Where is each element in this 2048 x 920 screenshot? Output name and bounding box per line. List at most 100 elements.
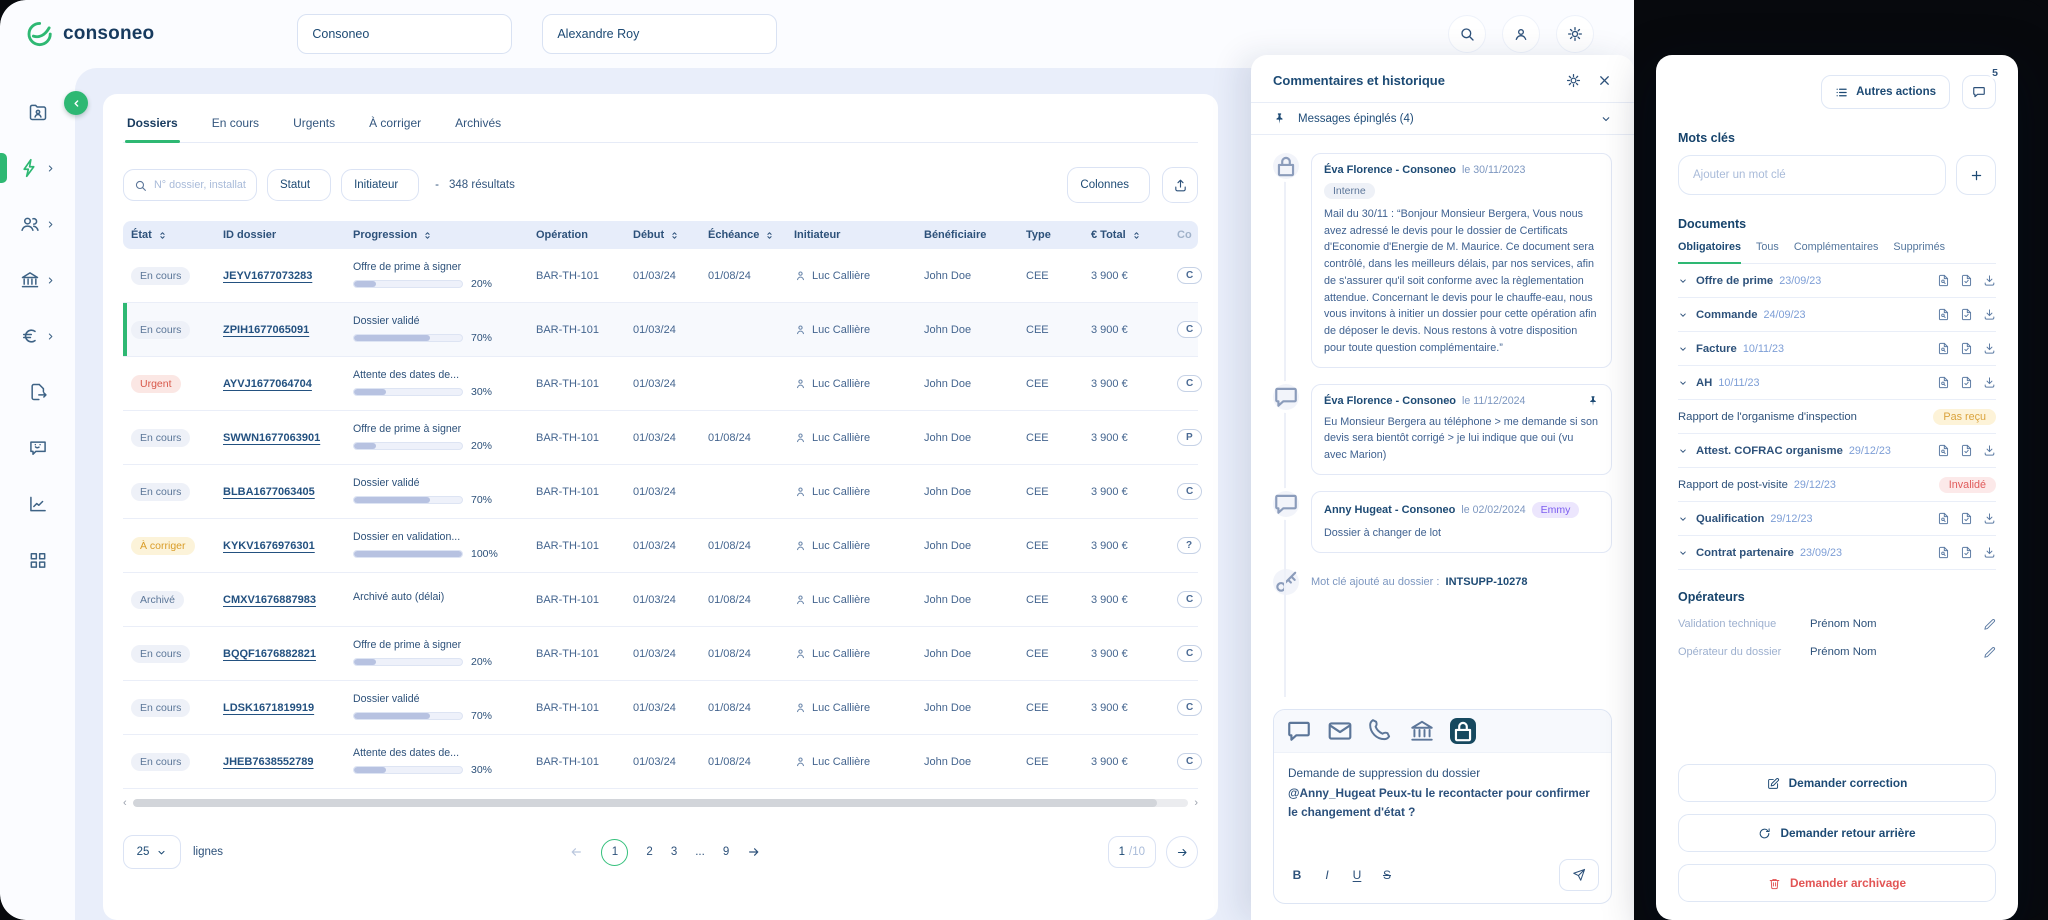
scroll-left-icon[interactable]: ‹ bbox=[123, 797, 127, 809]
next-page-button[interactable] bbox=[747, 845, 761, 859]
user-dropdown[interactable]: Alexandre Roy bbox=[542, 14, 778, 54]
page-size-dropdown[interactable]: 25 bbox=[123, 835, 181, 869]
sidebar-item-grid[interactable] bbox=[0, 532, 75, 588]
table-row[interactable]: À corriger KYKV1676976301 Dossier en val… bbox=[123, 519, 1202, 573]
statut-filter-dropdown[interactable]: Statut bbox=[267, 169, 332, 201]
sidebar-collapse-button[interactable] bbox=[64, 91, 88, 115]
col-header[interactable]: Co bbox=[1169, 229, 1225, 241]
dossier-search[interactable] bbox=[123, 169, 257, 201]
validate-document-icon[interactable] bbox=[1960, 274, 1973, 287]
doc-tab-tous[interactable]: Tous bbox=[1756, 241, 1779, 264]
sidebar-item-file-export[interactable] bbox=[0, 364, 75, 420]
sidebar-item-users[interactable] bbox=[0, 196, 75, 252]
comment-badge[interactable]: C bbox=[1177, 375, 1203, 392]
tab-archiv-s[interactable]: Archivés bbox=[453, 110, 503, 142]
sidebar-item-folder-user[interactable] bbox=[0, 84, 75, 140]
channel-lock-button[interactable] bbox=[1450, 718, 1476, 744]
col-header[interactable]: € Total bbox=[1083, 229, 1169, 241]
scrollbar-thumb[interactable] bbox=[132, 799, 1157, 807]
download-icon[interactable] bbox=[1983, 376, 1996, 389]
table-row[interactable]: En cours ZPIH1677065091 Dossier validé 7… bbox=[123, 303, 1203, 357]
download-icon[interactable] bbox=[1983, 308, 1996, 321]
dossier-id-link[interactable]: LDSK1671819919 bbox=[223, 702, 314, 714]
validate-document-icon[interactable] bbox=[1960, 342, 1973, 355]
dossier-id-link[interactable]: SWWN1677063901 bbox=[223, 432, 320, 444]
channel-mail-button[interactable] bbox=[1327, 718, 1353, 744]
autres-actions-button[interactable]: Autres actions bbox=[1821, 75, 1950, 109]
page-number-...[interactable]: ... bbox=[695, 846, 705, 858]
chevron-down-icon[interactable] bbox=[1678, 446, 1688, 456]
scroll-right-icon[interactable]: › bbox=[1194, 797, 1198, 809]
message-card[interactable]: Anny Hugeat - Consoneo le 02/02/2024 Emm… bbox=[1311, 490, 1612, 553]
col-header[interactable]: ID dossier bbox=[215, 229, 345, 241]
sidebar-item-euro[interactable] bbox=[0, 308, 75, 364]
comment-badge[interactable]: C bbox=[1177, 699, 1203, 716]
document-row[interactable]: Rapport de l'organisme d'inspection Pas … bbox=[1678, 400, 1996, 434]
pinned-messages-toggle[interactable]: Messages épinglés (4) bbox=[1251, 102, 1634, 135]
add-keyword-button[interactable] bbox=[1956, 155, 1996, 195]
comment-badge[interactable]: P bbox=[1177, 429, 1202, 446]
document-row[interactable]: AH 10/11/23 bbox=[1678, 366, 1996, 400]
download-icon[interactable] bbox=[1983, 546, 1996, 559]
preview-document-icon[interactable] bbox=[1937, 546, 1950, 559]
chevron-down-icon[interactable] bbox=[1678, 276, 1688, 286]
initiateur-filter-dropdown[interactable]: Initiateur bbox=[341, 169, 420, 201]
page-jump-go-button[interactable] bbox=[1166, 836, 1198, 868]
page-jump-input[interactable]: 1 /10 bbox=[1107, 836, 1156, 868]
strikethrough-button[interactable]: S bbox=[1380, 868, 1394, 882]
profile-button[interactable] bbox=[1502, 15, 1540, 53]
keyword-input[interactable] bbox=[1678, 155, 1946, 195]
chevron-down-icon[interactable] bbox=[1678, 310, 1688, 320]
comment-badge[interactable]: ? bbox=[1177, 537, 1202, 554]
message-card[interactable]: Éva Florence - Consoneo le 30/11/2023 In… bbox=[1311, 153, 1612, 368]
preview-document-icon[interactable] bbox=[1937, 308, 1950, 321]
sort-icon[interactable] bbox=[157, 230, 168, 241]
preview-document-icon[interactable] bbox=[1937, 512, 1950, 525]
download-icon[interactable] bbox=[1983, 444, 1996, 457]
comment-badge[interactable]: C bbox=[1177, 591, 1203, 608]
sort-icon[interactable] bbox=[669, 230, 680, 241]
table-row[interactable]: Archivé CMXV1676887983 Archivé auto (dél… bbox=[123, 573, 1203, 627]
sort-icon[interactable] bbox=[422, 230, 433, 241]
horizontal-scrollbar[interactable]: ‹ › bbox=[123, 797, 1198, 809]
tab--corriger[interactable]: À corriger bbox=[367, 110, 423, 142]
comment-badge[interactable]: C bbox=[1177, 321, 1203, 338]
gear-icon[interactable] bbox=[1566, 73, 1581, 88]
table-row[interactable]: En cours BLBA1677063405 Dossier validé 7… bbox=[123, 465, 1203, 519]
table-row[interactable]: En cours SWWN1677063901 Offre de prime à… bbox=[123, 411, 1202, 465]
scrollbar-track[interactable] bbox=[132, 799, 1189, 807]
doc-tab-supprim-s[interactable]: Supprimés bbox=[1893, 241, 1945, 264]
validate-document-icon[interactable] bbox=[1960, 376, 1973, 389]
table-row[interactable]: Urgent AYVJ1677064704 Attente des dates … bbox=[123, 357, 1203, 411]
demander-correction-button[interactable]: Demander correction bbox=[1678, 764, 1996, 802]
page-number-9[interactable]: 9 bbox=[723, 846, 729, 858]
download-icon[interactable] bbox=[1983, 274, 1996, 287]
sort-icon[interactable] bbox=[1131, 230, 1142, 241]
document-row[interactable]: Rapport de post-visite 29/12/23 Invalidé bbox=[1678, 468, 1996, 502]
chevron-down-icon[interactable] bbox=[1678, 514, 1688, 524]
dossier-id-link[interactable]: KYKV1676976301 bbox=[223, 540, 315, 552]
pin-icon[interactable] bbox=[1587, 395, 1599, 407]
dossier-id-link[interactable]: JEYV1677073283 bbox=[223, 270, 312, 282]
send-button[interactable] bbox=[1559, 859, 1599, 891]
dossier-id-link[interactable]: AYVJ1677064704 bbox=[223, 378, 312, 390]
settings-button[interactable] bbox=[1556, 15, 1594, 53]
composer-textarea[interactable]: Demande de suppression du dossier @Anny_… bbox=[1274, 753, 1611, 849]
colonnes-dropdown[interactable]: Colonnes bbox=[1067, 167, 1150, 203]
download-icon[interactable] bbox=[1983, 512, 1996, 525]
doc-tab-compl-mentaires[interactable]: Complémentaires bbox=[1794, 241, 1879, 264]
dossier-id-link[interactable]: BLBA1677063405 bbox=[223, 486, 315, 498]
col-header[interactable]: Initiateur bbox=[786, 229, 916, 241]
col-header[interactable]: État bbox=[123, 229, 215, 241]
document-row[interactable]: Contrat partenaire 23/09/23 bbox=[1678, 536, 1996, 570]
comment-badge[interactable]: C bbox=[1177, 753, 1203, 770]
document-row[interactable]: Commande 24/09/23 bbox=[1678, 298, 1996, 332]
sidebar-item-bolt[interactable] bbox=[0, 140, 75, 196]
search-button[interactable] bbox=[1448, 15, 1486, 53]
tab-urgents[interactable]: Urgents bbox=[291, 110, 337, 142]
prev-page-button[interactable] bbox=[569, 845, 583, 859]
channel-phone-button[interactable] bbox=[1368, 718, 1394, 744]
col-header[interactable]: Échéance bbox=[700, 229, 786, 241]
demander-retour-arri-re-button[interactable]: Demander retour arrière bbox=[1678, 814, 1996, 852]
table-row[interactable]: En cours JEYV1677073283 Offre de prime à… bbox=[123, 249, 1203, 303]
